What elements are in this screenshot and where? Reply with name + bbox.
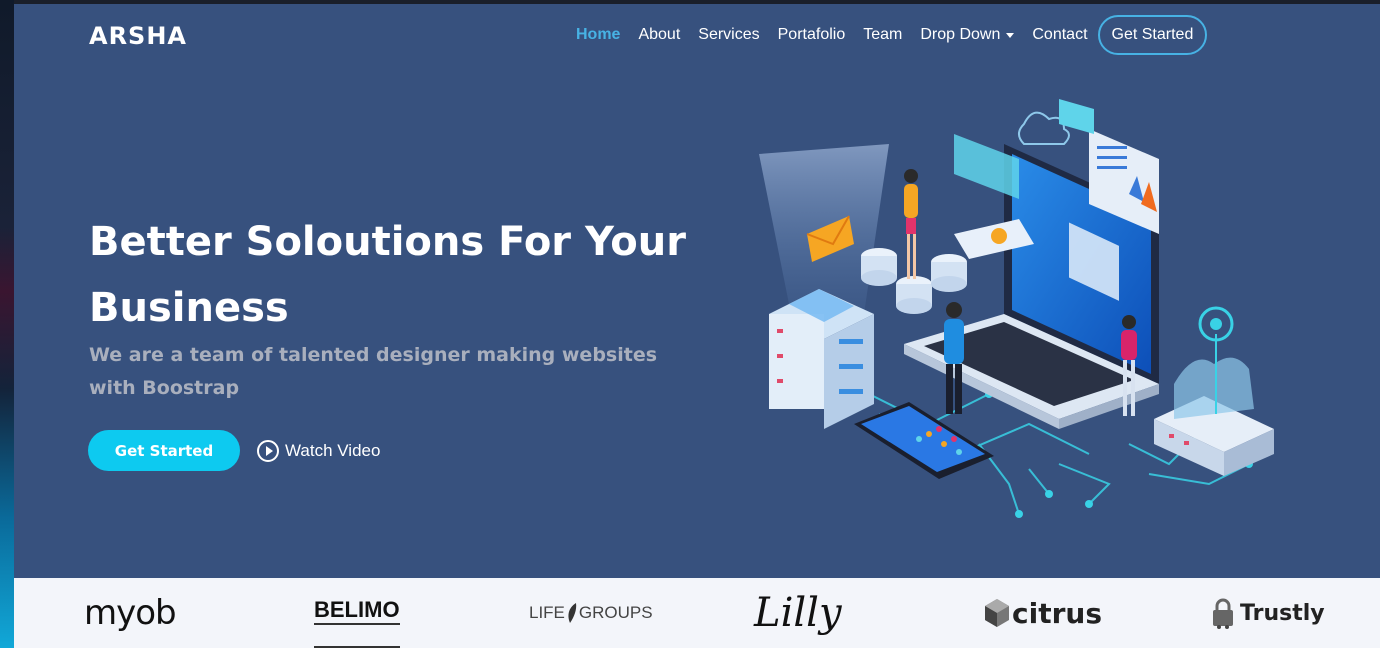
site-logo[interactable]: ARSHA — [89, 22, 187, 50]
lock-icon — [1213, 598, 1233, 629]
clients-section: myob BELIMO LIFE GROUPS Lilly citrus Tru… — [14, 578, 1380, 648]
desktop-background-strip — [0, 0, 14, 648]
client-logo-lilly: Lilly — [754, 590, 842, 636]
get-started-button[interactable]: Get Started — [88, 430, 240, 471]
nav-dropdown[interactable]: Drop Down — [920, 26, 1015, 44]
client-logo-myob: myob — [84, 593, 177, 633]
play-circle-icon — [257, 440, 279, 462]
server-stack-left — [769, 289, 874, 429]
page: ARSHA Home About Services Portafolio Tea… — [14, 4, 1380, 648]
hero-illustration — [759, 99, 1274, 518]
hero-subtitle: We are a team of talented designer makin… — [89, 344, 658, 399]
trustly-wordmark: Trustly — [1240, 600, 1325, 626]
person-man — [944, 302, 964, 414]
nav-services[interactable]: Services — [698, 26, 759, 44]
watch-video-button[interactable]: Watch Video — [257, 440, 380, 462]
server-right — [1154, 306, 1274, 476]
watch-video-label: Watch Video — [285, 441, 381, 460]
person-woman-top — [904, 169, 918, 279]
nav-portfolio[interactable]: Portafolio — [778, 26, 846, 44]
leaf-icon — [568, 603, 577, 623]
nav-about[interactable]: About — [638, 26, 680, 44]
citrus-wordmark: citrus — [1012, 596, 1102, 630]
lifegroups-right: GROUPS — [578, 603, 653, 622]
nav-home[interactable]: Home — [576, 26, 620, 44]
nav-get-started-button[interactable]: Get Started — [1097, 15, 1208, 55]
site-header: ARSHA Home About Services Portafolio Tea… — [14, 4, 1380, 68]
nav-team[interactable]: Team — [863, 26, 902, 44]
client-logo-belimo: BELIMO — [314, 578, 400, 648]
belimo-wordmark: BELIMO — [314, 599, 400, 625]
chevron-down-icon — [1006, 32, 1015, 38]
client-logo-citrus: citrus — [984, 578, 1102, 648]
client-logo-trustly: Trustly — [1210, 578, 1325, 648]
client-logo-lifegroups: LIFE GROUPS — [529, 578, 653, 648]
smartphone — [854, 402, 994, 479]
main-nav: Home About Services Portafolio Team Drop… — [576, 13, 1208, 57]
nav-dropdown-label: Drop Down — [920, 26, 1001, 43]
lifegroups-left: LIFE — [529, 603, 565, 622]
hero-title: Better Soloutions For Your Business — [89, 219, 686, 331]
citrus-icon — [985, 599, 1009, 627]
nav-contact[interactable]: Contact — [1032, 26, 1087, 44]
